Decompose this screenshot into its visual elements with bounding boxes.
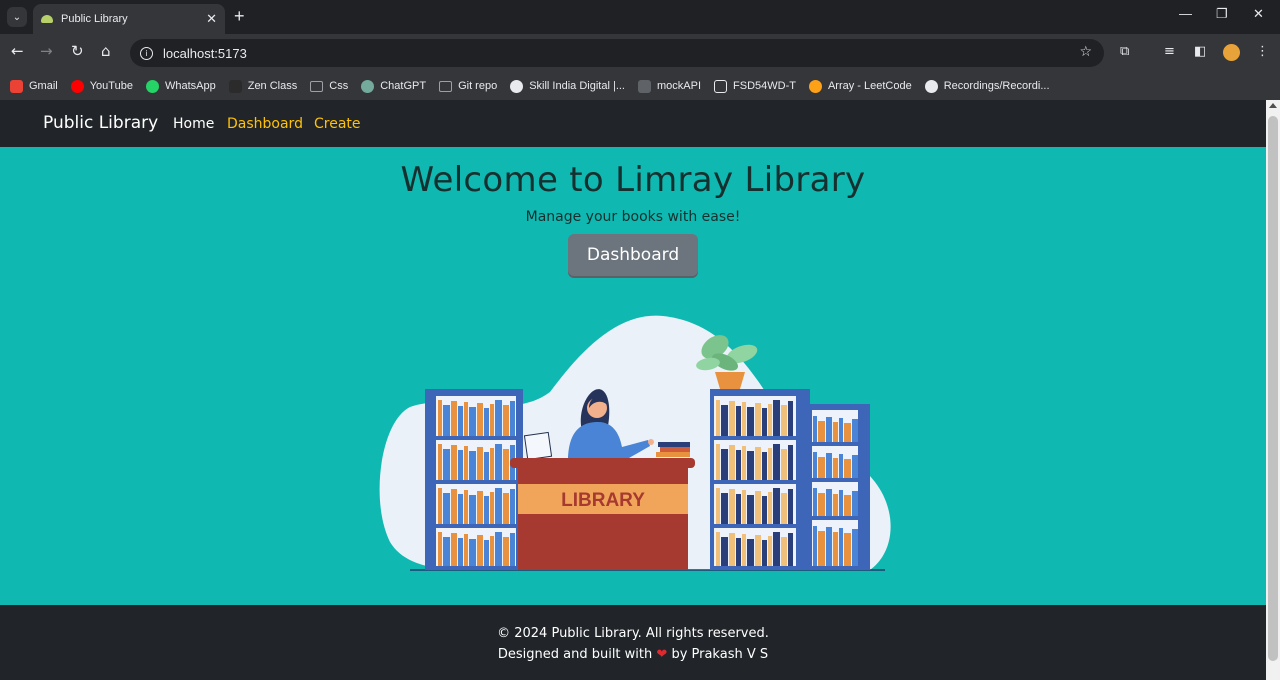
library-illustration: LIBRARY [379, 315, 891, 571]
nav-link-dashboard[interactable]: Dashboard [227, 116, 303, 132]
folder-icon [310, 80, 324, 92]
skill-india-icon [510, 79, 524, 93]
bookmark-label: FSD54WD-T [733, 80, 796, 92]
footer-credit: Designed and built with ❤ by Prakash V S [0, 647, 1266, 662]
profile-avatar[interactable] [1223, 44, 1240, 61]
bookmark-label: WhatsApp [164, 80, 216, 92]
tab-close-icon[interactable]: ✕ [206, 12, 217, 27]
bookmark-recordings[interactable]: Recordings/Recordi... [924, 79, 1050, 93]
hero-section: Welcome to Limray Library Manage your bo… [0, 147, 1266, 605]
page-viewport: Public Library Home Dashboard Create Wel… [0, 100, 1266, 680]
footer-copyright: © 2024 Public Library. All rights reserv… [497, 626, 769, 641]
menu-icon[interactable]: ⋮ [1256, 44, 1269, 59]
scrollbar-thumb[interactable] [1268, 116, 1278, 661]
site-navbar: Public Library Home Dashboard Create [0, 100, 1266, 147]
hero-subtitle: Manage your books with ease! [525, 209, 741, 225]
bookmark-leetcode[interactable]: Array - LeetCode [808, 79, 912, 93]
bookmark-label: mockAPI [657, 80, 702, 92]
nav-link-home[interactable]: Home [173, 116, 214, 132]
bookmark-gmail[interactable]: Gmail [10, 79, 58, 93]
site-footer: © 2024 Public Library. All rights reserv… [0, 605, 1266, 680]
bookmarks-bar: Gmail YouTube WhatsApp Zen Class Css Cha… [0, 72, 1280, 100]
dashboard-button[interactable]: Dashboard [568, 234, 698, 276]
folder-icon [439, 80, 453, 92]
browser-toolbar: ← → ↻ ⌂ i localhost:5173 ☆ ⧉ ≡ ◧ ⋮ [0, 34, 1280, 72]
bookmark-label: YouTube [89, 80, 133, 92]
right-bookshelf [710, 389, 870, 570]
browser-tab[interactable]: Public Library ✕ [33, 4, 225, 34]
bookmark-folder-css[interactable]: Css [310, 80, 348, 92]
tab-favicon-icon [41, 15, 53, 23]
library-desk: LIBRARY [510, 458, 695, 570]
extensions-icon[interactable]: ⧉ [1120, 44, 1129, 59]
bookmark-fsd54wd[interactable]: FSD54WD-T [714, 79, 796, 93]
bookmark-label: Recordings/Recordi... [943, 80, 1050, 92]
bookmark-mockapi[interactable]: mockAPI [638, 79, 702, 93]
forward-icon[interactable]: → [40, 42, 53, 60]
tab-title: Public Library [61, 13, 128, 25]
bookmark-zen-class[interactable]: Zen Class [228, 79, 298, 93]
browser-tab-strip: ⌄ Public Library ✕ + — ❐ ✕ [0, 0, 1280, 34]
media-controls-icon[interactable]: ≡ [1164, 44, 1175, 59]
bookmark-label: Array - LeetCode [827, 80, 912, 92]
leetcode-icon [808, 79, 822, 93]
hero-title: Welcome to Limray Library [400, 160, 866, 200]
home-icon[interactable]: ⌂ [101, 42, 111, 60]
navbar-brand[interactable]: Public Library [43, 113, 158, 133]
bookmark-label: Css [329, 80, 349, 92]
restore-icon[interactable]: ❐ [1216, 6, 1228, 22]
bookmark-whatsapp[interactable]: WhatsApp [145, 79, 216, 93]
footer-credit-prefix: Designed and built with [497, 647, 653, 662]
bookmark-youtube[interactable]: YouTube [70, 79, 133, 93]
youtube-icon [70, 79, 84, 93]
bookmark-label: Git repo [458, 80, 498, 92]
address-bar[interactable]: i localhost:5173 ☆ [130, 39, 1104, 67]
window-close-icon[interactable]: ✕ [1253, 6, 1264, 22]
minimize-icon[interactable]: — [1179, 6, 1192, 21]
github-icon [924, 79, 938, 93]
footer-credit-suffix: by Prakash V S [671, 647, 769, 662]
back-icon[interactable]: ← [11, 42, 24, 60]
bookmark-label: Skill India Digital |... [529, 80, 625, 92]
zen-class-icon [228, 79, 242, 93]
fsd-icon [714, 79, 728, 93]
gmail-icon [10, 79, 23, 93]
tab-search-button[interactable]: ⌄ [7, 7, 27, 27]
bookmark-label: ChatGPT [380, 80, 427, 92]
side-panel-icon[interactable]: ◧ [1194, 44, 1206, 59]
bookmark-label: Gmail [29, 80, 58, 92]
whatsapp-icon [145, 79, 159, 93]
left-bookshelf [425, 389, 523, 570]
address-url: localhost:5173 [163, 45, 247, 61]
chatgpt-icon [361, 79, 375, 93]
bookmark-star-icon[interactable]: ☆ [1079, 44, 1092, 60]
reload-icon[interactable]: ↻ [71, 42, 84, 60]
bookmark-folder-git-repo[interactable]: Git repo [439, 80, 497, 92]
nav-link-create[interactable]: Create [314, 116, 361, 132]
new-tab-button[interactable]: + [234, 6, 245, 27]
bookmark-skill-india[interactable]: Skill India Digital |... [510, 79, 625, 93]
bookmark-chatgpt[interactable]: ChatGPT [361, 79, 427, 93]
bookmark-label: Zen Class [247, 80, 298, 92]
scroll-up-arrow-icon[interactable] [1269, 103, 1277, 108]
heart-icon: ❤ [656, 647, 668, 662]
site-info-icon[interactable]: i [140, 46, 153, 60]
library-sign-text: LIBRARY [561, 490, 645, 511]
mockapi-icon [638, 79, 651, 93]
